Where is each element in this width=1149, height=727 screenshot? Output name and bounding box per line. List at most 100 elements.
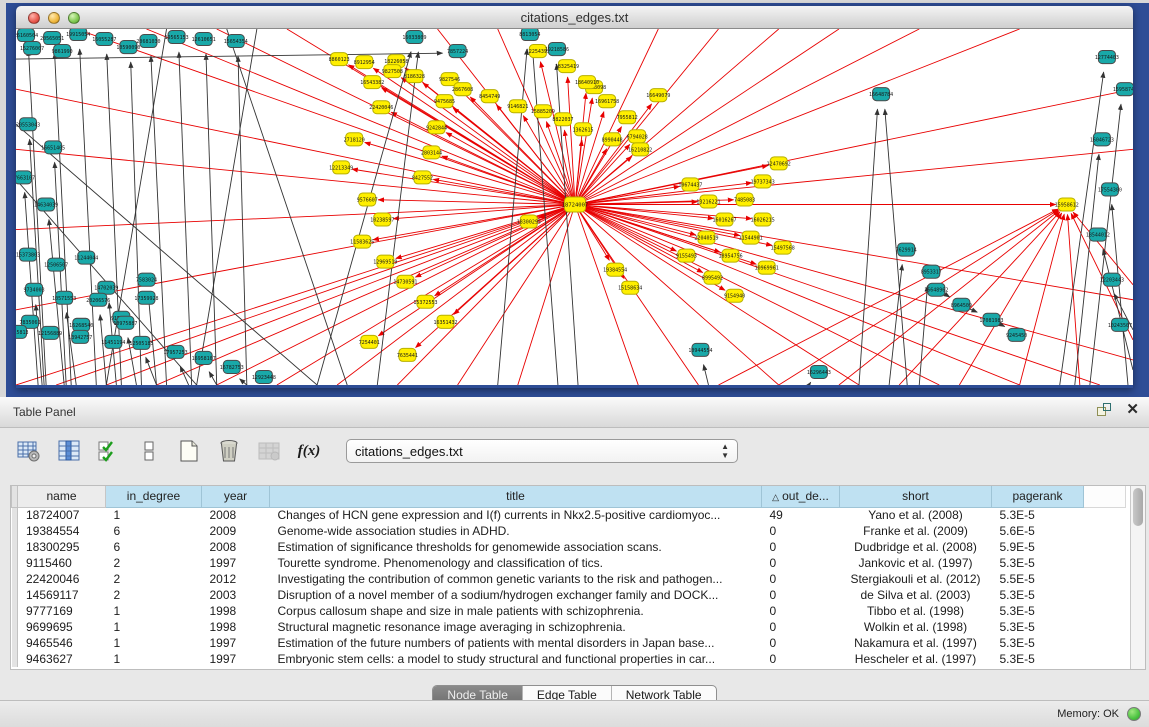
table-cell[interactable]: Corpus callosum shape and size in male p… bbox=[270, 603, 762, 619]
graph-node[interactable]: 15158634 bbox=[618, 281, 642, 294]
column-header-out_de[interactable]: △out_de... bbox=[762, 486, 840, 507]
graph-node[interactable]: 16958107 bbox=[192, 351, 216, 364]
graph-node[interactable]: 10969961 bbox=[755, 261, 779, 274]
graph-node[interactable]: 20553043 bbox=[16, 118, 40, 131]
graph-node[interactable]: 9146821 bbox=[507, 100, 528, 113]
table-selector-dropdown[interactable]: citations_edges.txt ▲▼ bbox=[346, 439, 738, 463]
table-cell[interactable]: Structural magnetic resonance image aver… bbox=[270, 619, 762, 635]
citation-edge-black[interactable] bbox=[809, 382, 811, 385]
citation-edge-black[interactable] bbox=[240, 379, 247, 385]
table-row[interactable]: 1872400712008Changes of HCN gene express… bbox=[12, 507, 1126, 523]
table-cell[interactable]: Stergiakouli et al. (2012) bbox=[840, 571, 992, 587]
graph-node[interactable]: 13216221 bbox=[696, 195, 720, 208]
citation-edge-red[interactable] bbox=[1020, 214, 1065, 385]
graph-node[interactable]: 17554300 bbox=[1098, 183, 1122, 196]
graph-node[interactable]: 26160504 bbox=[16, 29, 38, 42]
graph-node[interactable]: 9576607 bbox=[357, 193, 378, 206]
delete-column-icon[interactable] bbox=[216, 438, 242, 464]
column-header-short[interactable]: short bbox=[840, 486, 992, 507]
graph-node[interactable]: 8912954 bbox=[354, 56, 375, 69]
table-cell[interactable]: 1997 bbox=[202, 635, 270, 651]
graph-node[interactable]: 9861990 bbox=[52, 45, 73, 58]
graph-node[interactable]: 12506507 bbox=[44, 258, 68, 271]
graph-node[interactable]: 17081983 bbox=[979, 313, 1003, 326]
float-panel-icon[interactable] bbox=[1096, 402, 1112, 418]
table-cell[interactable]: Tourette syndrome. Phenomenology and cla… bbox=[270, 555, 762, 571]
graph-node[interactable]: 8953317 bbox=[921, 265, 942, 278]
citation-edge-black[interactable] bbox=[55, 162, 67, 385]
graph-node[interactable]: 18640910 bbox=[575, 76, 599, 89]
table-row[interactable]: 977716911998Corpus callosum shape and si… bbox=[12, 603, 1126, 619]
table-cell[interactable]: 14569117 bbox=[18, 587, 106, 603]
table-cell[interactable]: 18724007 bbox=[18, 507, 106, 523]
graph-node[interactable]: 12156889 bbox=[38, 326, 62, 339]
table-cell[interactable]: 9699695 bbox=[18, 619, 106, 635]
graph-node[interactable]: 12505185 bbox=[129, 336, 153, 349]
new-column-icon[interactable] bbox=[176, 438, 202, 464]
table-cell[interactable]: 5.6E-5 bbox=[992, 523, 1084, 539]
graph-node[interactable]: 11451194 bbox=[101, 335, 125, 348]
graph-node[interactable]: 14702039 bbox=[94, 281, 118, 294]
graph-node[interactable]: 7583024 bbox=[136, 273, 157, 286]
table-cell[interactable]: 6 bbox=[106, 523, 202, 539]
graph-node[interactable]: 16782753 bbox=[220, 360, 244, 373]
graph-node[interactable]: 8822037 bbox=[552, 113, 573, 126]
table-cell[interactable]: Changes of HCN gene expression and I(f) … bbox=[270, 507, 762, 523]
graph-node[interactable]: 10674437 bbox=[678, 178, 702, 191]
table-cell[interactable]: 1998 bbox=[202, 603, 270, 619]
graph-node[interactable]: 11244044 bbox=[74, 251, 98, 264]
table-cell[interactable]: 2012 bbox=[202, 571, 270, 587]
table-cell[interactable]: Wolkin et al. (1998) bbox=[840, 619, 992, 635]
graph-node[interactable]: 9155493 bbox=[676, 249, 697, 262]
graph-node[interactable]: 10571553 bbox=[52, 291, 76, 304]
table-options-icon[interactable] bbox=[16, 438, 42, 464]
table-cell[interactable]: 9463627 bbox=[18, 651, 106, 667]
table-cell[interactable]: 18300295 bbox=[18, 539, 106, 555]
graph-node[interactable]: 16055287 bbox=[92, 33, 116, 46]
table-row[interactable]: 1830029562008Estimation of significance … bbox=[12, 539, 1126, 555]
table-row[interactable]: 946554611997Estimation of the future num… bbox=[12, 635, 1126, 651]
graph-node[interactable]: 10944554 bbox=[688, 343, 712, 356]
table-cell[interactable]: 0 bbox=[762, 635, 840, 651]
table-cell[interactable]: 0 bbox=[762, 603, 840, 619]
graph-node[interactable]: 17957253 bbox=[164, 345, 188, 358]
graph-node[interactable]: 18954756 bbox=[719, 249, 743, 262]
graph-node[interactable]: 18325419 bbox=[555, 60, 579, 73]
graph-node[interactable]: 7635441 bbox=[397, 348, 418, 361]
citation-edge-red[interactable] bbox=[719, 209, 1058, 385]
graph-node[interactable]: 9242844 bbox=[426, 121, 447, 134]
table-cell[interactable]: 19384554 bbox=[18, 523, 106, 539]
citation-edge-red[interactable] bbox=[839, 211, 1059, 385]
graph-node[interactable]: 12923448 bbox=[252, 370, 276, 383]
graph-node[interactable]: 10238597 bbox=[370, 213, 394, 226]
graph-node[interactable]: 18724007 bbox=[562, 197, 589, 212]
citation-edge-black[interactable] bbox=[238, 56, 247, 385]
select-columns-icon[interactable] bbox=[96, 438, 122, 464]
graph-node[interactable]: 8454749 bbox=[479, 90, 500, 103]
table-row[interactable]: 2242004622012Investigating the contribut… bbox=[12, 571, 1126, 587]
graph-node[interactable]: 12969519 bbox=[373, 255, 397, 268]
table-cell[interactable]: 5.3E-5 bbox=[992, 603, 1084, 619]
citation-edge-black[interactable] bbox=[206, 54, 217, 385]
citation-edge-red[interactable] bbox=[899, 212, 1060, 385]
graph-node[interactable]: 19218586 bbox=[545, 43, 569, 56]
graph-node[interactable]: 22420046 bbox=[369, 101, 393, 114]
graph-node[interactable]: 16651405 bbox=[41, 141, 65, 154]
table-cell[interactable]: 0 bbox=[762, 539, 840, 555]
graph-node[interactable]: 7955812 bbox=[617, 111, 638, 124]
table-cell[interactable]: 2 bbox=[106, 571, 202, 587]
graph-node[interactable]: 16026215 bbox=[751, 213, 775, 226]
table-cell[interactable]: Estimation of the future numbers of pati… bbox=[270, 635, 762, 651]
graph-node[interactable]: 20681030 bbox=[136, 35, 160, 48]
graph-node[interactable]: 15372553 bbox=[413, 295, 437, 308]
citation-edge-red[interactable] bbox=[779, 210, 1059, 385]
table-cell[interactable]: 2008 bbox=[202, 539, 270, 555]
graph-node[interactable]: 13942757 bbox=[68, 330, 92, 343]
table-cell[interactable]: 1 bbox=[106, 651, 202, 667]
column-header-pagerank[interactable]: pagerank bbox=[992, 486, 1084, 507]
table-cell[interactable]: 0 bbox=[762, 523, 840, 539]
column-header-in_degree[interactable]: in_degree bbox=[106, 486, 202, 507]
graph-node[interactable]: 22040519 bbox=[694, 231, 718, 244]
graph-node[interactable]: 9475685 bbox=[434, 95, 455, 108]
citation-edge-black[interactable] bbox=[704, 365, 709, 385]
